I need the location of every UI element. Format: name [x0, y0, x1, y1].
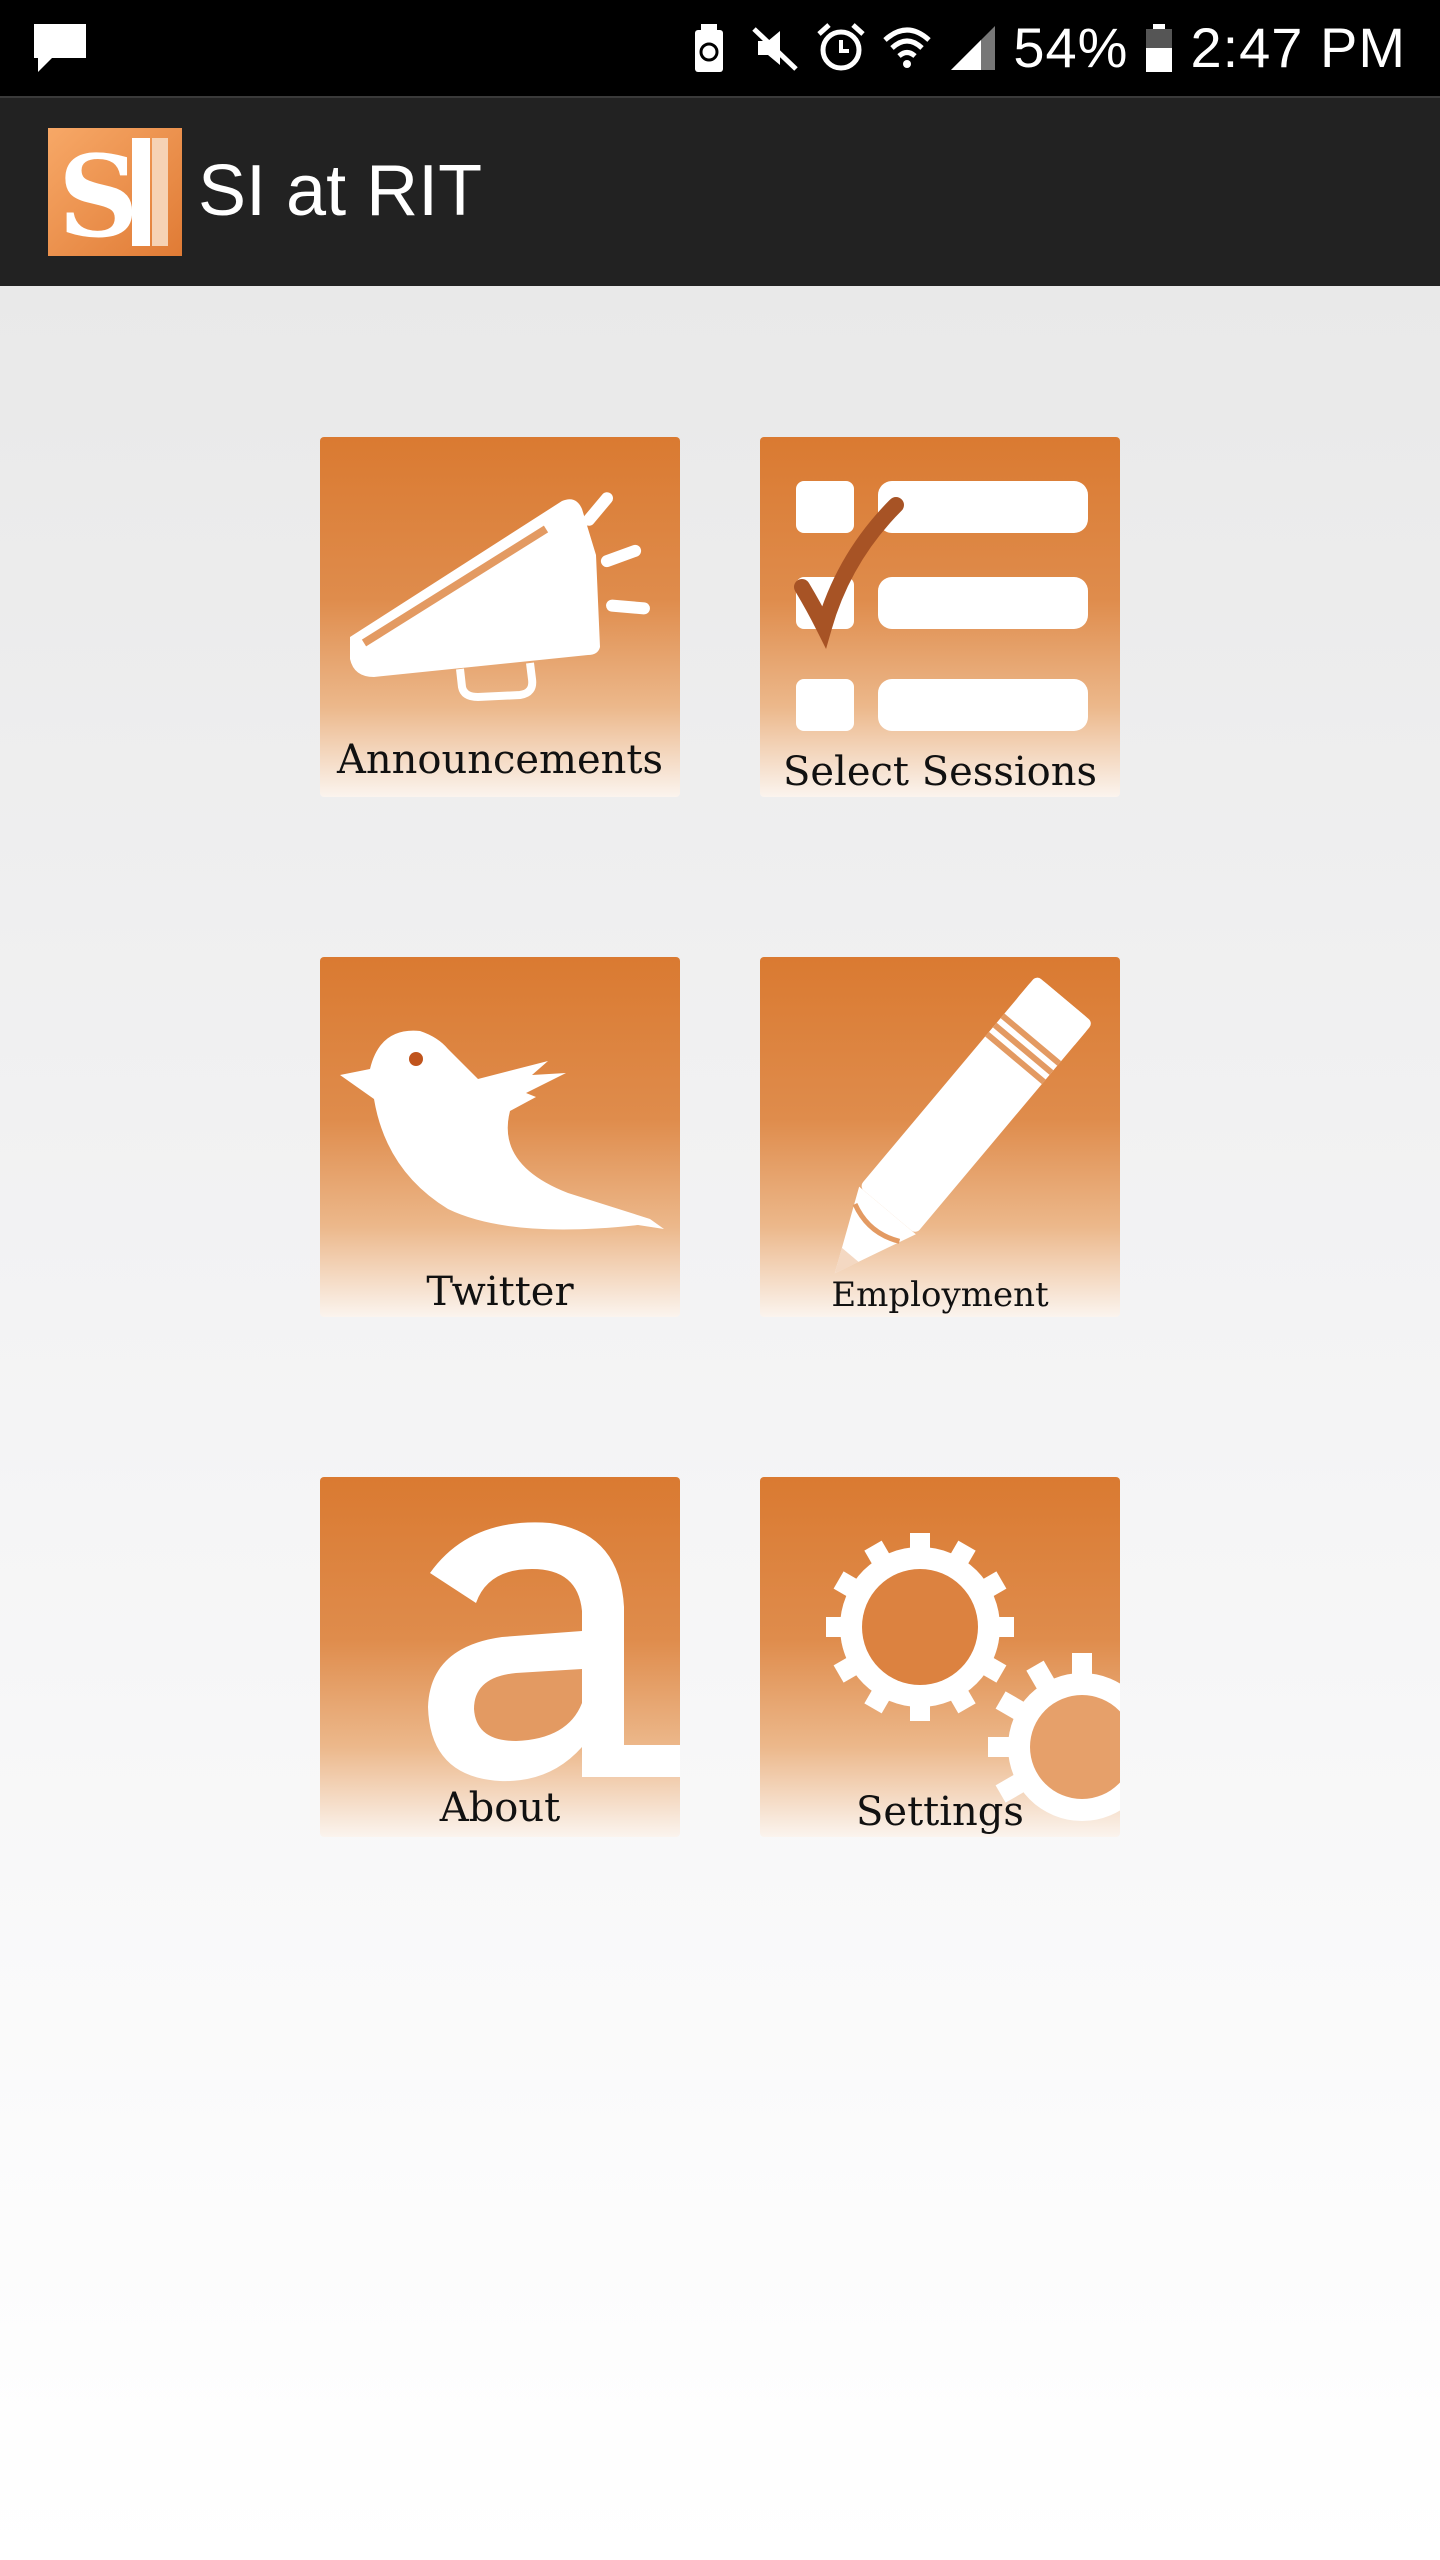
signal-icon [947, 22, 999, 74]
twitter-label: Twitter [426, 1269, 574, 1315]
chat-notification-icon [30, 20, 90, 76]
battery-percent: 54% [1013, 16, 1129, 79]
status-bar: 54% 2:47 PM [0, 0, 1440, 96]
clock: 2:47 PM [1190, 16, 1406, 79]
employment-label: Employment [831, 1275, 1049, 1315]
battery-saver-icon [683, 22, 735, 74]
pencil-icon [834, 977, 1091, 1274]
action-bar: S SI at RIT [0, 96, 1440, 286]
announcements-label: Announcements [336, 737, 664, 783]
employment-tile[interactable]: Employment [760, 957, 1120, 1317]
si-logo-icon[interactable]: S [48, 128, 182, 263]
svg-text:S: S [58, 132, 139, 256]
wifi-icon [881, 22, 933, 74]
app-title: SI at RIT [198, 151, 483, 231]
letter-a-icon [428, 1522, 680, 1782]
main-content [0, 286, 1440, 2560]
about-tile[interactable]: About [320, 1477, 680, 1837]
battery-icon [1142, 22, 1176, 74]
settings-tile[interactable]: Settings [760, 1477, 1120, 1837]
select-sessions-tile[interactable]: Select Sessions [760, 437, 1120, 797]
select-sessions-label: Select Sessions [782, 749, 1098, 795]
settings-label: Settings [856, 1789, 1024, 1835]
bird-icon [340, 1030, 664, 1230]
alarm-icon [815, 22, 867, 74]
gears-icon [826, 1533, 1120, 1821]
announcements-tile[interactable]: Announcements [320, 437, 680, 797]
mute-icon [749, 22, 801, 74]
about-label: About [439, 1785, 561, 1831]
checklist-icon [794, 481, 1088, 731]
twitter-tile[interactable]: Twitter [320, 957, 680, 1317]
